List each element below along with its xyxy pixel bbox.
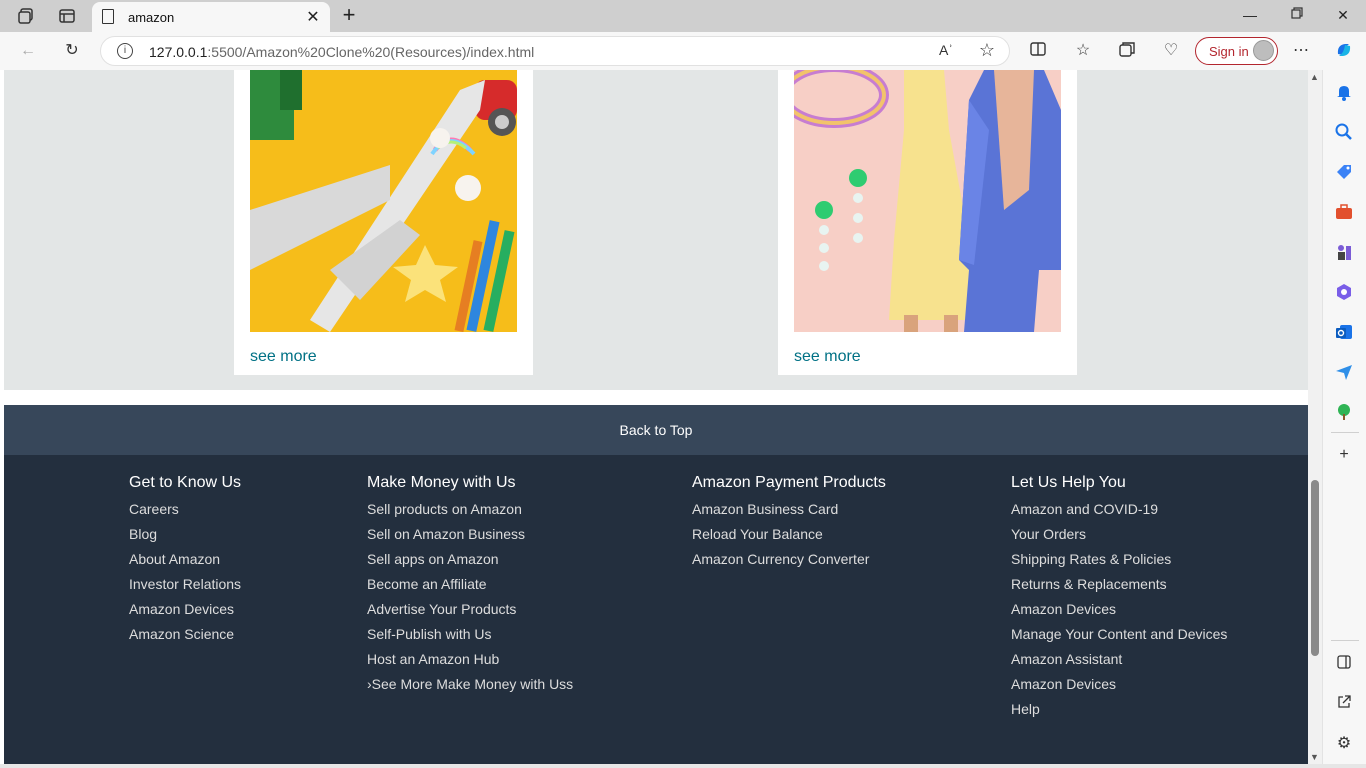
tab-active[interactable]: amazon ✕	[92, 2, 330, 32]
edge-sidebar: + ⚙	[1322, 70, 1366, 768]
search-icon[interactable]	[1334, 122, 1354, 142]
back-to-top-button[interactable]: Back to Top	[4, 405, 1308, 455]
favorites-icon[interactable]: ☆	[1072, 40, 1094, 62]
footer-link[interactable]: Amazon Devices	[1011, 675, 1227, 700]
settings-gear-icon[interactable]: ⚙	[1334, 734, 1354, 754]
browser-essentials-icon[interactable]: ♡	[1160, 40, 1182, 62]
scroll-down-arrow-icon[interactable]: ▼	[1310, 752, 1319, 762]
tools-briefcase-icon[interactable]	[1334, 202, 1354, 222]
page-viewport: see more see more Back to Top Get to Kno…	[4, 70, 1308, 764]
microsoft-365-icon[interactable]	[1334, 282, 1354, 302]
sign-in-button[interactable]: Sign in	[1195, 37, 1278, 65]
footer-link[interactable]: Reload Your Balance	[692, 525, 886, 550]
copilot-icon[interactable]	[1333, 40, 1355, 62]
footer-link[interactable]: Amazon Currency Converter	[692, 550, 886, 575]
footer-link[interactable]: Amazon Business Card	[692, 500, 886, 525]
games-icon[interactable]	[1334, 242, 1354, 262]
footer-link[interactable]: Amazon and COVID-19	[1011, 500, 1227, 525]
bell-icon[interactable]	[1334, 82, 1354, 102]
back-icon[interactable]: ←	[17, 40, 39, 62]
minimize-icon[interactable]: —	[1240, 5, 1260, 25]
sidebar-divider	[1331, 432, 1359, 433]
see-more-link[interactable]: see more	[250, 348, 317, 366]
open-external-icon[interactable]	[1334, 694, 1354, 714]
footer-column-make-money: Make Money with Us Sell products on Amaz…	[367, 473, 573, 700]
toys-image[interactable]	[250, 70, 517, 332]
footer-link[interactable]: Self-Publish with Us	[367, 625, 573, 650]
footer-link[interactable]: Investor Relations	[129, 575, 241, 600]
new-tab-icon[interactable]: +	[338, 4, 360, 26]
footer-column-payment-products: Amazon Payment Products Amazon Business …	[692, 473, 886, 575]
read-aloud-icon[interactable]: Aʾ	[939, 42, 953, 58]
footer-link[interactable]: Amazon Devices	[1011, 600, 1227, 625]
footer-column-get-to-know-us: Get to Know Us Careers Blog About Amazon…	[129, 473, 241, 650]
footer-column-help: Let Us Help You Amazon and COVID-19 Your…	[1011, 473, 1227, 725]
restore-icon[interactable]	[1287, 5, 1307, 25]
footer-link[interactable]: Manage Your Content and Devices	[1011, 625, 1227, 650]
footer-link[interactable]: Amazon Devices	[129, 600, 241, 625]
workspaces-icon[interactable]	[16, 6, 36, 26]
footer-heading: Amazon Payment Products	[692, 474, 886, 491]
address-bar[interactable]: i 127.0.0.1:5500/Amazon%20Clone%20(Resou…	[100, 36, 1010, 66]
split-screen-icon[interactable]	[1027, 40, 1049, 62]
footer-link[interactable]: Amazon Assistant	[1011, 650, 1227, 675]
url-path: :5500/Amazon%20Clone%20(Resources)/index…	[207, 44, 535, 60]
browser-toolbar: ← ↻ i 127.0.0.1:5500/Amazon%20Clone%20(R…	[0, 32, 1366, 70]
footer-link[interactable]: About Amazon	[129, 550, 241, 575]
footer-link[interactable]: Host an Amazon Hub	[367, 650, 573, 675]
close-tab-icon[interactable]: ✕	[304, 7, 322, 27]
footer-link[interactable]: Your Orders	[1011, 525, 1227, 550]
product-card-toys: see more	[234, 70, 533, 375]
sign-in-label: Sign in	[1209, 44, 1249, 59]
product-card-fashion: see more	[778, 70, 1077, 375]
tree-icon[interactable]	[1334, 402, 1354, 422]
add-icon[interactable]: +	[1334, 445, 1354, 465]
tab-title: amazon	[128, 10, 175, 25]
footer-link[interactable]: Amazon Science	[129, 625, 241, 650]
avatar	[1253, 40, 1274, 61]
site-info-icon[interactable]: i	[117, 43, 133, 59]
scroll-up-arrow-icon[interactable]: ▲	[1310, 72, 1319, 82]
refresh-icon[interactable]: ↻	[61, 40, 83, 62]
fashion-image[interactable]	[794, 70, 1061, 332]
footer-link[interactable]: Sell on Amazon Business	[367, 525, 573, 550]
footer: Get to Know Us Careers Blog About Amazon…	[4, 455, 1308, 764]
footer-link[interactable]: ›See More Make Money with Uss	[367, 675, 573, 700]
footer-link[interactable]: Become an Affiliate	[367, 575, 573, 600]
close-window-icon[interactable]: ✕	[1333, 5, 1353, 25]
vertical-scrollbar[interactable]: ▲ ▼	[1308, 70, 1322, 764]
hide-sidebar-icon[interactable]	[1334, 654, 1354, 674]
footer-link[interactable]: Advertise Your Products	[367, 600, 573, 625]
footer-link[interactable]: Help	[1011, 700, 1227, 725]
footer-link[interactable]: Sell products on Amazon	[367, 500, 573, 525]
footer-heading: Make Money with Us	[367, 474, 516, 491]
page-icon	[102, 9, 114, 24]
footer-link[interactable]: Returns & Replacements	[1011, 575, 1227, 600]
footer-link[interactable]: Shipping Rates & Policies	[1011, 550, 1227, 575]
footer-link[interactable]: Sell apps on Amazon	[367, 550, 573, 575]
window-bottom-border	[0, 764, 1366, 768]
see-more-link[interactable]: see more	[794, 348, 861, 366]
collections-icon[interactable]	[1116, 40, 1138, 62]
shopping-tag-icon[interactable]	[1334, 162, 1354, 182]
more-options-icon[interactable]: ⋯	[1290, 40, 1312, 62]
favorite-star-icon[interactable]: ☆	[979, 40, 995, 61]
footer-link[interactable]: Blog	[129, 525, 241, 550]
send-icon[interactable]	[1334, 362, 1354, 382]
url-host: 127.0.0.1	[149, 44, 208, 60]
url-text[interactable]: 127.0.0.1:5500/Amazon%20Clone%20(Resourc…	[149, 44, 534, 60]
tab-actions-icon[interactable]	[57, 6, 77, 26]
footer-heading: Get to Know Us	[129, 474, 242, 491]
sidebar-divider	[1331, 640, 1359, 641]
outlook-icon[interactable]	[1334, 322, 1354, 342]
footer-heading: Let Us Help You	[1011, 474, 1126, 491]
product-section: see more see more	[4, 70, 1308, 390]
scrollbar-thumb[interactable]	[1311, 480, 1319, 656]
footer-link[interactable]: Careers	[129, 500, 241, 525]
tab-strip: amazon ✕ + — ✕	[0, 0, 1366, 32]
